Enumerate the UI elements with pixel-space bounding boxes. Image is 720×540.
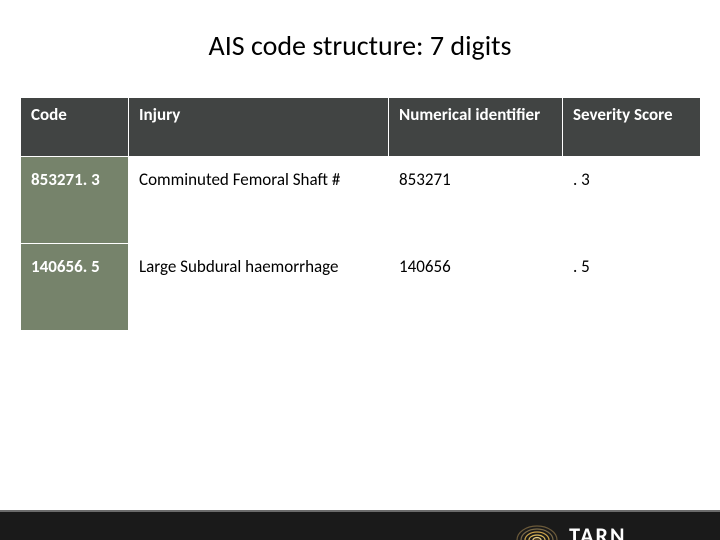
col-header-code: Code (21, 98, 129, 157)
cell-numid: 140656 (389, 244, 563, 331)
tarn-logo: TARN THE TRAUMA AUDIT & RESEARCH NETWORK (513, 520, 702, 540)
cell-severity: . 3 (563, 157, 701, 244)
cell-numid: 853271 (389, 157, 563, 244)
tarn-logo-text: TARN (569, 525, 702, 540)
table-row: 140656. 5 Large Subdural haemorrhage 140… (21, 244, 701, 331)
cell-injury: Comminuted Femoral Shaft # (129, 157, 389, 244)
cell-severity: . 5 (563, 244, 701, 331)
tarn-logo-icon (513, 520, 561, 540)
col-header-severity: Severity Score (563, 98, 701, 157)
footer-bar: TARN THE TRAUMA AUDIT & RESEARCH NETWORK (0, 512, 720, 540)
cell-injury: Large Subdural haemorrhage (129, 244, 389, 331)
cell-code: 140656. 5 (21, 244, 129, 331)
table-row: 853271. 3 Comminuted Femoral Shaft # 853… (21, 157, 701, 244)
cell-code: 853271. 3 (21, 157, 129, 244)
ais-code-table: Code Injury Numerical identifier Severit… (20, 97, 701, 331)
col-header-injury: Injury (129, 98, 389, 157)
col-header-numid: Numerical identifier (389, 98, 563, 157)
table-container: Code Injury Numerical identifier Severit… (20, 97, 700, 331)
table-header-row: Code Injury Numerical identifier Severit… (21, 98, 701, 157)
page-title: AIS code structure: 7 digits (0, 28, 720, 63)
